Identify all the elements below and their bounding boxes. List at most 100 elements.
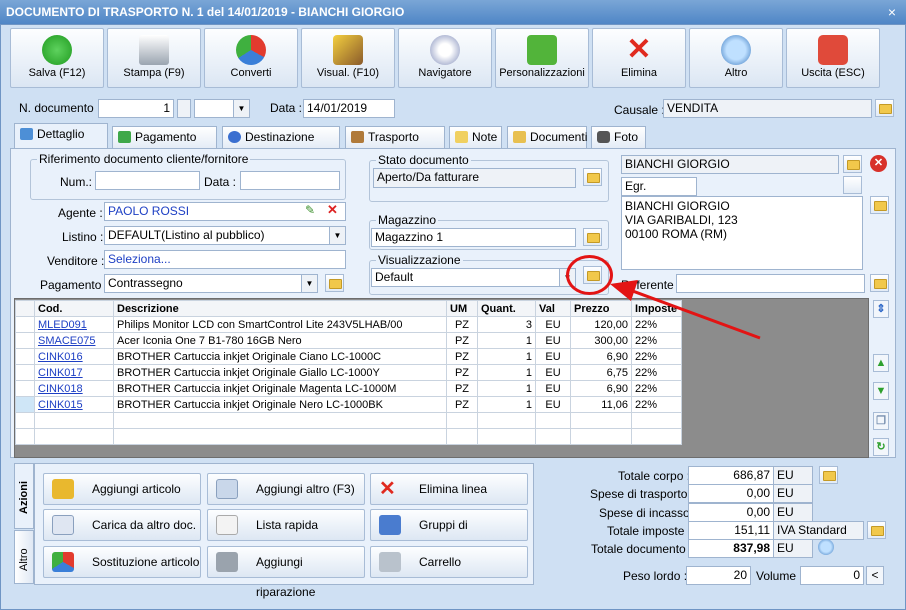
side-tab-azioni[interactable]: Azioni [14,463,34,529]
folder-icon[interactable] [867,521,886,539]
row-selector[interactable] [15,316,35,333]
cell-cod[interactable]: CINK017 [34,364,114,381]
spese-trasporto-value[interactable]: 0,00 [688,484,774,503]
venditore-input[interactable]: Seleziona... [104,250,346,269]
table-row[interactable]: CINK017 BROTHER Cartuccia inkjet Original… [15,364,682,381]
convert-button[interactable]: Converti [204,28,298,88]
tab-dettaglio[interactable]: Dettaglio (F5) [14,123,108,161]
more-button[interactable]: Altro [689,28,783,88]
stato-input[interactable]: Aperto/Da fatturare [373,168,576,188]
cell-cod[interactable]: SMACE075 [34,332,114,349]
delete-line-button[interactable]: ✕ Elimina linea [370,473,528,505]
table-row[interactable]: CINK018 BROTHER Cartuccia inkjet Original… [15,380,682,397]
quick-list-button[interactable]: Lista rapida [207,509,365,541]
cliente-name-input[interactable]: BIANCHI GIORGIO [621,155,839,174]
folder-icon[interactable] [870,196,889,214]
chevron-down-icon[interactable]: ▼ [329,227,345,244]
remove-icon[interactable]: ✕ [327,202,338,218]
view-button[interactable]: Visual. (F10) [301,28,395,88]
insert-groups-button[interactable]: Gruppi di inserimento [370,509,528,562]
visualizzazione-select[interactable]: Default [371,268,576,287]
navigator-button[interactable]: Navigatore [398,28,492,88]
table-row[interactable]: CINK016 BROTHER Cartuccia inkjet Original… [15,348,682,365]
save-button[interactable]: Salva (F12) [10,28,104,88]
tab-destinazione[interactable]: Destinazione (F7) [222,126,340,164]
folder-icon[interactable] [870,274,889,292]
col-val[interactable]: Val [535,300,571,317]
row-selector[interactable] [15,364,35,381]
cliente-code-input[interactable]: Egr. [621,177,697,196]
col-cod[interactable]: Cod. [34,300,114,317]
arrow-up-icon[interactable]: ▲ [873,354,889,372]
items-table: Cod. Descrizione UM Quant. Val Prezzo Im… [15,300,682,445]
chevron-down-icon[interactable]: ▼ [301,275,317,292]
tab-note[interactable]: Note [449,126,502,148]
cell-cod[interactable]: MLED091 [34,316,114,333]
causale-input[interactable]: VENDITA [663,99,872,118]
tab-documenti[interactable]: Documenti [507,126,587,148]
rif-data-input[interactable] [240,171,340,190]
volume-button[interactable]: < [866,566,884,585]
side-tab-altro[interactable]: Altro [14,530,34,584]
table-row[interactable]: CINK015 BROTHER Cartuccia inkjet Original… [15,396,682,413]
pencil-icon[interactable]: ✎ [305,203,315,217]
volume-input[interactable]: 0 [800,566,864,585]
cell-quant: 1 [477,380,536,397]
folder-icon[interactable] [875,99,894,117]
copy-icon[interactable]: ❐ [873,412,889,430]
person-icon[interactable] [843,176,862,194]
load-from-doc-button[interactable]: Carica da altro doc. [43,509,201,541]
cart-button[interactable]: Carrello [370,546,528,578]
magnifier-icon[interactable] [818,539,834,555]
num-input[interactable] [95,171,200,190]
delete-button[interactable]: ✕ Elimina [592,28,686,88]
folder-icon[interactable] [843,155,862,173]
col-descrizione[interactable]: Descrizione [113,300,447,317]
folder-icon[interactable] [583,228,602,246]
magazzino-input[interactable]: Magazzino 1 [371,228,576,247]
add-article-button[interactable]: Aggiungi articolo (F4) [43,473,201,526]
tab-foto[interactable]: Foto [591,126,646,148]
col-um[interactable]: UM [446,300,478,317]
cell-cod[interactable]: CINK016 [34,348,114,365]
pagamento-select[interactable]: Contrassegno [104,274,318,293]
spese-incasso-value[interactable]: 0,00 [688,503,774,522]
iva-select[interactable]: IVA Standard [773,521,864,540]
arrow-down-icon[interactable]: ▼ [873,382,889,400]
peso-lordo-input[interactable]: 20 [686,566,751,585]
move-top-icon[interactable]: ⇕ [873,300,889,318]
replace-article-button[interactable]: Sostituzione articolo [43,546,201,578]
close-icon[interactable]: × [884,4,900,20]
cell-cod[interactable]: CINK015 [34,396,114,413]
exit-button[interactable]: Uscita (ESC) [786,28,880,88]
add-repair-button[interactable]: Aggiungi riparazione [207,546,365,599]
cliente-address[interactable]: BIANCHI GIORGIO VIA GARIBALDI, 123 00100 R… [621,196,863,270]
data-input[interactable]: 14/01/2019 [303,99,395,118]
listino-label: Listino : [62,230,104,244]
remove-client-icon[interactable]: ✕ [870,155,887,172]
row-selector[interactable] [15,396,35,413]
table-row[interactable]: SMACE075 Acer Iconia One 7 B1-780 16GB Ne… [15,332,682,349]
listino-select[interactable]: DEFAULT(Listino al pubblico) [104,226,346,245]
col-quant[interactable]: Quant. [477,300,536,317]
ndoc-input[interactable]: 1 [98,99,174,118]
tab-trasporto[interactable]: Trasporto (F8) [345,126,445,164]
cell-cod[interactable]: CINK018 [34,380,114,397]
ndoc-spin[interactable] [177,99,191,118]
table-row[interactable]: MLED091 Philips Monitor LCD con SmartCont… [15,316,682,333]
print-button[interactable]: Stampa (F9) [107,28,201,88]
folder-icon[interactable] [583,168,602,186]
magic-wand-icon [333,35,363,65]
add-other-button[interactable]: Aggiungi altro (F3) [207,473,365,505]
empty-cell [570,412,632,429]
refresh-icon[interactable]: ↻ [873,438,889,456]
customize-button[interactable]: Personalizzazioni [495,28,589,88]
row-selector[interactable] [15,332,35,349]
row-selector[interactable] [15,380,35,397]
row-selector[interactable] [15,348,35,365]
tab-pagamento[interactable]: Pagamento (F6) [112,126,217,164]
chevron-down-icon[interactable]: ▼ [233,100,249,117]
folder-icon[interactable] [325,274,344,292]
folder-icon[interactable] [819,466,838,484]
empty-cell [631,412,682,429]
